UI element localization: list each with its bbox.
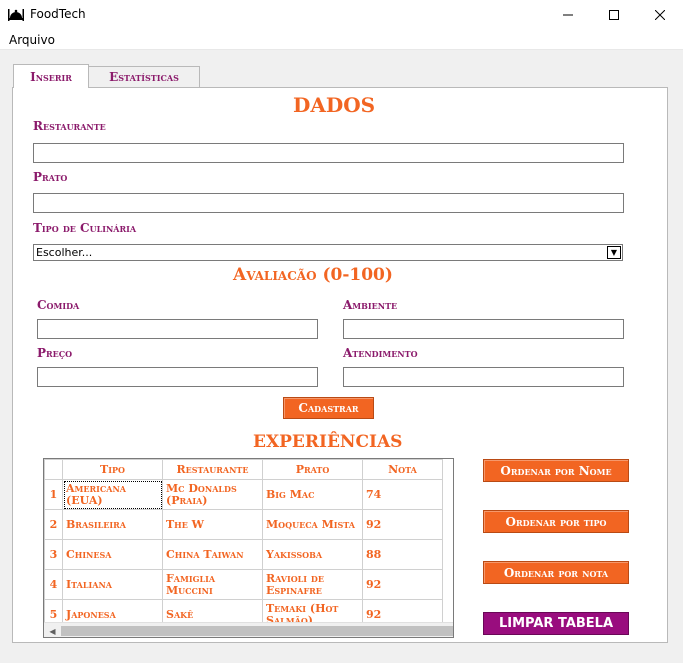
- cell-restaurante[interactable]: China Taiwan: [162, 539, 263, 570]
- restaurant-label: Restaurante: [33, 119, 106, 133]
- experiences-title: EXPERIÊNCIAS: [253, 432, 403, 452]
- service-label: Atendimento: [343, 346, 418, 360]
- row-header[interactable]: 2: [44, 509, 63, 540]
- cuisine-select[interactable]: Escolher... ▼: [33, 244, 623, 261]
- service-input[interactable]: [343, 367, 624, 387]
- price-label: Preço: [37, 346, 73, 360]
- dish-input[interactable]: [33, 193, 624, 213]
- grid-corner-header: [44, 459, 63, 480]
- maximize-button[interactable]: [591, 0, 637, 30]
- ambience-input[interactable]: [343, 319, 624, 339]
- minimize-icon: [563, 14, 573, 16]
- horizontal-scrollbar[interactable]: ◀ ▶: [44, 622, 453, 637]
- chevron-down-icon[interactable]: ▼: [607, 246, 621, 259]
- cell-prato[interactable]: Big Mac: [262, 479, 363, 510]
- cuisine-label: Tipo de Culinária: [33, 221, 137, 235]
- row-header[interactable]: 1: [44, 479, 63, 510]
- column-header-tipo[interactable]: Tipo: [62, 459, 163, 480]
- restaurant-input[interactable]: [33, 143, 624, 163]
- table-row[interactable]: 2 Brasileira The W Moqueca Mista 92: [44, 509, 443, 540]
- cell-restaurante[interactable]: Mc Donalds (Praia): [162, 479, 263, 510]
- horizontal-scroll-thumb[interactable]: [61, 626, 453, 636]
- cell-restaurante[interactable]: Famiglia Muccini: [162, 569, 263, 600]
- title-bar: FoodTech: [0, 0, 683, 30]
- status-bar: [0, 646, 683, 663]
- sort-by-type-button[interactable]: Ordenar por tipo: [483, 510, 629, 533]
- ambience-label: Ambiente: [343, 298, 398, 312]
- close-button[interactable]: [637, 0, 683, 30]
- table-row[interactable]: 1 Americana (EUA) Mc Donalds (Praia) Big…: [44, 479, 443, 510]
- food-label: Comida: [37, 298, 80, 312]
- maximize-icon: [609, 10, 619, 20]
- sort-by-grade-button[interactable]: Ordenar por nota: [483, 561, 629, 584]
- section-title-dados: DADOS: [293, 93, 376, 117]
- rating-title: Avaliacão (0-100): [233, 265, 393, 285]
- row-header[interactable]: 4: [44, 569, 63, 600]
- column-header-nota[interactable]: Nota: [362, 459, 443, 480]
- table-row[interactable]: 3 Chinesa China Taiwan Yakissoba 88: [44, 539, 443, 570]
- column-header-prato[interactable]: Prato: [262, 459, 363, 480]
- clear-table-button[interactable]: LIMPAR TABELA: [483, 612, 629, 635]
- minimize-button[interactable]: [545, 0, 591, 30]
- food-dome-icon: [8, 7, 24, 23]
- cell-nota[interactable]: 92: [362, 569, 443, 600]
- cell-tipo[interactable]: Chinesa: [62, 539, 163, 570]
- price-input[interactable]: [37, 367, 318, 387]
- cuisine-selected-value: Escolher...: [36, 246, 93, 259]
- close-icon: [655, 10, 665, 20]
- cell-restaurante[interactable]: The W: [162, 509, 263, 540]
- tab-inserir[interactable]: Inserir: [13, 64, 89, 88]
- cadastrar-button[interactable]: Cadastrar: [283, 397, 374, 419]
- cell-nota[interactable]: 74: [362, 479, 443, 510]
- column-header-restaurante[interactable]: Restaurante: [162, 459, 263, 480]
- tab-estatisticas[interactable]: Estatísticas: [88, 66, 200, 87]
- cell-nota[interactable]: 88: [362, 539, 443, 570]
- menu-bar: Arquivo: [0, 30, 683, 50]
- cell-tipo[interactable]: Brasileira: [62, 509, 163, 540]
- food-input[interactable]: [37, 319, 318, 339]
- scroll-left-icon[interactable]: ◀: [44, 623, 61, 637]
- row-header[interactable]: 3: [44, 539, 63, 570]
- cell-tipo[interactable]: Italiana: [62, 569, 163, 600]
- experiences-grid[interactable]: Tipo Restaurante Prato Nota 1 Americana …: [43, 458, 454, 638]
- window-title: FoodTech: [30, 7, 86, 21]
- dish-label: Prato: [33, 170, 68, 184]
- cell-nota[interactable]: 92: [362, 509, 443, 540]
- menu-arquivo[interactable]: Arquivo: [9, 33, 55, 47]
- experiences-table: Tipo Restaurante Prato Nota 1 Americana …: [44, 459, 443, 630]
- cell-prato[interactable]: Yakissoba: [262, 539, 363, 570]
- sort-by-name-button[interactable]: Ordenar por Nome: [483, 459, 629, 482]
- cell-tipo[interactable]: Americana (EUA): [62, 479, 163, 510]
- cell-prato[interactable]: Moqueca Mista: [262, 509, 363, 540]
- table-row[interactable]: 4 Italiana Famiglia Muccini Ravioli de E…: [44, 569, 443, 600]
- cell-prato[interactable]: Ravioli de Espinafre: [262, 569, 363, 600]
